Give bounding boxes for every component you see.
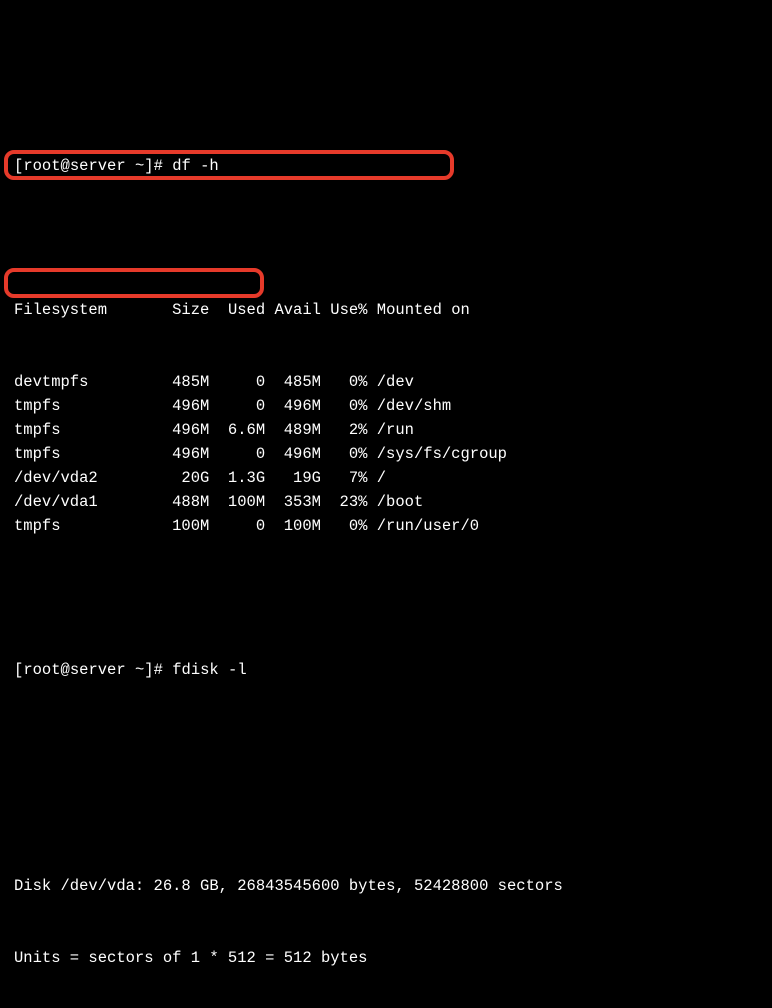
fdisk-output: Disk /dev/vda: 26.8 GB, 26843545600 byte…	[14, 754, 758, 1008]
command-text: df -h	[172, 157, 219, 175]
prompt-cwd: ~	[135, 157, 144, 175]
df-row: devtmpfs 485M 0 485M 0% /dev	[14, 370, 758, 394]
prompt-cwd: ~	[135, 661, 144, 679]
prompt-host: server	[70, 157, 126, 175]
prompt-symbol: #	[154, 157, 163, 175]
disk-bytes: 26843545600 bytes, 52428800 sectors	[228, 877, 563, 895]
col-mounted: Mounted on	[367, 298, 469, 322]
df-output: Filesystem Size Used Avail Use% Mounted …	[14, 250, 758, 586]
col-used: Used	[209, 298, 265, 322]
df-row: /dev/vda1 488M 100M 353M 23% /boot	[14, 490, 758, 514]
prompt-symbol: #	[154, 661, 163, 679]
df-row: tmpfs 496M 0 496M 0% /sys/fs/cgroup	[14, 442, 758, 466]
disk-summary: Disk /dev/vda: 26.8 GB,	[14, 877, 228, 895]
col-filesystem: Filesystem	[14, 298, 154, 322]
df-header-row: Filesystem Size Used Avail Use% Mounted …	[14, 298, 758, 322]
df-row: tmpfs 496M 0 496M 0% /dev/shm	[14, 394, 758, 418]
col-use-percent: Use%	[321, 298, 368, 322]
shell-prompt-2: [root@server ~]# fdisk -l	[14, 658, 758, 682]
disk-line: Disk /dev/vda: 26.8 GB, 26843545600 byte…	[14, 874, 758, 898]
units-line: Units = sectors of 1 * 512 = 512 bytes	[14, 946, 758, 970]
terminal-output: [root@server ~]# df -h Filesystem Size U…	[14, 106, 758, 1008]
shell-prompt-1: [root@server ~]# df -h	[14, 154, 758, 178]
df-row: tmpfs 100M 0 100M 0% /run/user/0	[14, 514, 758, 538]
col-size: Size	[154, 298, 210, 322]
blank-line	[14, 802, 758, 826]
prompt-user: root	[23, 661, 60, 679]
df-row: /dev/vda2 20G 1.3G 19G 7% /	[14, 466, 758, 490]
command-text: fdisk -l	[172, 661, 246, 679]
prompt-host: server	[70, 661, 126, 679]
df-row: tmpfs 496M 6.6M 489M 2% /run	[14, 418, 758, 442]
prompt-user: root	[23, 157, 60, 175]
col-avail: Avail	[265, 298, 321, 322]
